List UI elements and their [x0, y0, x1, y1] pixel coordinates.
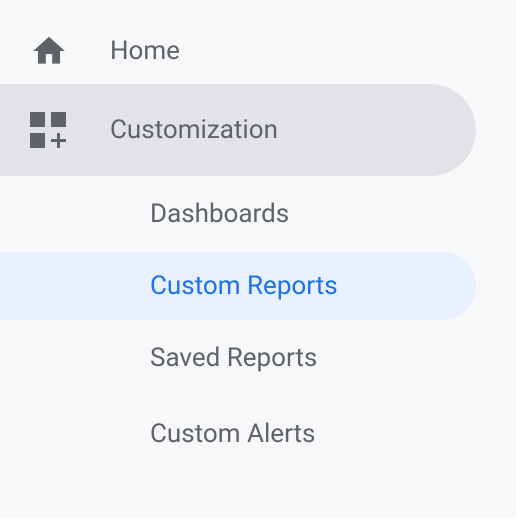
nav-item-home-label: Home	[110, 36, 180, 66]
home-icon	[30, 32, 110, 70]
sidebar-nav: Home Customization Dashboards Custom Rep…	[0, 0, 516, 472]
nav-item-customization[interactable]: Customization	[0, 84, 476, 176]
subnav-custom-alerts[interactable]: Custom Alerts	[0, 396, 476, 472]
subnav-dashboards[interactable]: Dashboards	[0, 176, 476, 252]
subnav-custom-reports[interactable]: Custom Reports	[0, 252, 476, 320]
subnav-custom-reports-label: Custom Reports	[150, 271, 338, 301]
subnav-saved-reports[interactable]: Saved Reports	[0, 320, 476, 396]
customization-submenu: Dashboards Custom Reports Saved Reports …	[0, 176, 516, 472]
subnav-dashboards-label: Dashboards	[150, 199, 289, 229]
customization-icon	[30, 112, 110, 148]
nav-item-home[interactable]: Home	[0, 18, 476, 84]
subnav-saved-reports-label: Saved Reports	[150, 343, 317, 373]
subnav-custom-alerts-label: Custom Alerts	[150, 419, 315, 449]
nav-item-customization-label: Customization	[110, 115, 278, 145]
